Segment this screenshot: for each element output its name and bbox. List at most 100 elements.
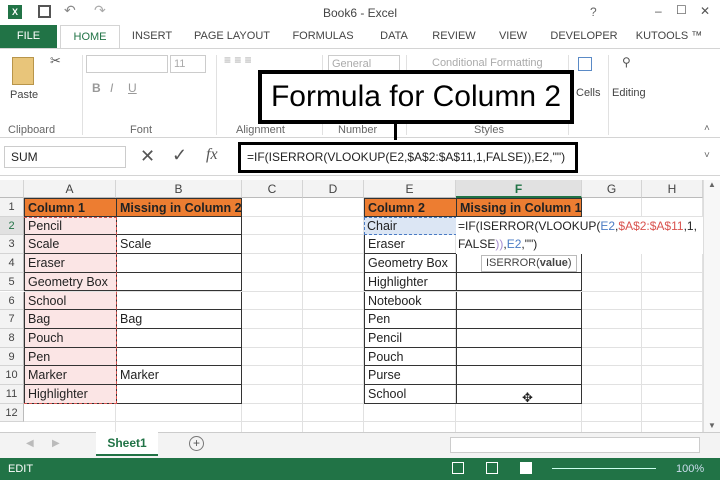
column-header-H[interactable]: H	[642, 180, 703, 198]
scroll-up-icon[interactable]: ▲	[704, 180, 720, 189]
zoom-slider[interactable]	[552, 468, 656, 469]
table2-col1-cell[interactable]: School	[364, 385, 457, 404]
table2-col2-cell[interactable]	[456, 366, 582, 385]
tab-formulas[interactable]: FORMULAS	[288, 25, 358, 48]
help-button[interactable]: ?	[590, 5, 597, 19]
column-header-C[interactable]: C	[242, 180, 303, 198]
close-button[interactable]: ✕	[700, 4, 710, 18]
worksheet-grid[interactable]: A B C D E F G H 1 2 3 4 5 6 7 8 9 10 11 12 Column 1 Missing i…	[0, 180, 703, 432]
conditional-formatting-button[interactable]: Conditional Formatting	[432, 57, 543, 69]
column-header-E[interactable]: E	[364, 180, 456, 198]
table2-col1-cell[interactable]: Pouch	[364, 347, 457, 367]
sheet-tab-sheet1[interactable]: Sheet1	[96, 432, 158, 456]
table2-col2-cell[interactable]	[456, 347, 582, 367]
underline-icon[interactable]: U	[128, 81, 137, 95]
maximize-button[interactable]: ☐	[676, 3, 687, 17]
table2-col1-cell[interactable]: Geometry Box	[364, 254, 457, 273]
table2-header-2: Missing in Column 1	[456, 198, 582, 217]
tab-page-layout[interactable]: PAGE LAYOUT	[190, 25, 274, 48]
table2-col1-cell[interactable]: Notebook	[364, 291, 457, 311]
formula-bar: SUM ✕ ✓ fx =IF(ISERROR(VLOOKUP(E2,$A$2:$…	[0, 140, 720, 176]
align-icon[interactable]: ≡ ≡ ≡	[224, 53, 252, 67]
column-header-F[interactable]: F	[456, 180, 582, 198]
scroll-down-icon[interactable]: ▼	[704, 421, 720, 430]
vertical-scrollbar[interactable]: ▲ ▼	[703, 180, 720, 432]
row-header-5[interactable]: 5	[0, 272, 24, 292]
page-break-view-icon[interactable]	[520, 462, 532, 474]
font-name-box[interactable]	[86, 55, 168, 73]
table2-col2-cell[interactable]	[456, 385, 582, 404]
tab-home[interactable]: HOME	[60, 25, 120, 49]
prev-sheet-icon[interactable]: ◀	[26, 438, 34, 449]
bold-icon[interactable]: B	[92, 81, 101, 95]
table2-col1-cell[interactable]: Highlighter	[364, 272, 457, 292]
table2-col2-cell[interactable]	[456, 291, 582, 311]
table1-col2-cell[interactable]	[116, 216, 242, 236]
collapse-ribbon-icon[interactable]: ˄	[704, 123, 710, 134]
tab-kutools[interactable]: KUTOOLS ™	[634, 25, 704, 48]
find-icon[interactable]: ⚲	[622, 55, 631, 69]
cell-e2[interactable]: Chair	[364, 217, 397, 235]
table2-col2-cell[interactable]	[456, 272, 582, 292]
horizontal-scrollbar[interactable]	[450, 437, 700, 453]
row-header-11[interactable]: 11	[0, 385, 24, 404]
table2-col2-cell[interactable]	[456, 328, 582, 348]
paste-icon[interactable]	[12, 57, 34, 85]
name-box[interactable]: SUM	[4, 146, 126, 168]
tab-file[interactable]: FILE	[0, 25, 57, 48]
minimize-button[interactable]: –	[655, 4, 662, 18]
cells-icon[interactable]	[578, 57, 592, 71]
page-layout-view-icon[interactable]	[486, 462, 498, 474]
zoom-level[interactable]: 100%	[676, 463, 704, 475]
tab-insert[interactable]: INSERT	[126, 25, 178, 48]
cut-icon[interactable]: ✂	[50, 53, 61, 69]
formula-input[interactable]: =IF(ISERROR(VLOOKUP(E2,$A$2:$A$11,1,FALS…	[238, 142, 578, 173]
row-header-9[interactable]: 9	[0, 347, 24, 367]
next-sheet-icon[interactable]: ▶	[52, 438, 60, 449]
tab-data[interactable]: DATA	[374, 25, 414, 48]
column-header-D[interactable]: D	[303, 180, 364, 198]
cell-f2-editor[interactable]: =IF(ISERROR(VLOOKUP(E2,$A$2:$A$11,1, FALS…	[456, 216, 703, 255]
font-size-box[interactable]: 11	[170, 55, 206, 73]
editing-button[interactable]: Editing	[612, 87, 646, 99]
table2-col1-cell[interactable]: Purse	[364, 366, 457, 385]
table1-col2-cell[interactable]: Marker	[116, 366, 242, 385]
table1-col2-cell[interactable]	[116, 291, 242, 311]
row-header-2[interactable]: 2	[0, 216, 24, 236]
cancel-icon[interactable]: ✕	[140, 146, 155, 167]
table2-col1-cell[interactable]: Eraser	[364, 235, 457, 255]
add-sheet-icon[interactable]: +	[189, 436, 204, 451]
table1-col2-cell[interactable]	[116, 272, 242, 292]
cells-button[interactable]: Cells	[576, 87, 600, 99]
tab-review[interactable]: REVIEW	[428, 25, 480, 48]
column-header-G[interactable]: G	[582, 180, 642, 198]
tab-view[interactable]: VIEW	[494, 25, 532, 48]
row-header-10[interactable]: 10	[0, 366, 24, 385]
row-header-3[interactable]: 3	[0, 235, 24, 255]
column-header-A[interactable]: A	[24, 180, 116, 198]
table2-col1-cell[interactable]: Pencil	[364, 328, 457, 348]
row-header-4[interactable]: 4	[0, 254, 24, 273]
paste-button[interactable]: Paste	[10, 89, 38, 101]
row-header-7[interactable]: 7	[0, 310, 24, 329]
select-all-corner[interactable]	[0, 180, 24, 198]
table1-col2-cell[interactable]	[116, 328, 242, 348]
column-header-B[interactable]: B	[116, 180, 242, 198]
expand-formula-bar-icon[interactable]: ˅	[704, 150, 710, 161]
row-header-8[interactable]: 8	[0, 328, 24, 348]
table1-col2-cell[interactable]	[116, 254, 242, 273]
tab-developer[interactable]: DEVELOPER	[546, 25, 622, 48]
italic-icon[interactable]: I	[110, 81, 113, 95]
table2-col2-cell[interactable]	[456, 310, 582, 329]
table1-col2-cell[interactable]: Bag	[116, 310, 242, 329]
enter-icon[interactable]: ✓	[172, 145, 187, 166]
normal-view-icon[interactable]	[452, 462, 464, 474]
row-header-1[interactable]: 1	[0, 198, 24, 217]
table1-col2-cell[interactable]: Scale	[116, 235, 242, 255]
row-header-6[interactable]: 6	[0, 291, 24, 311]
table1-col2-cell[interactable]	[116, 385, 242, 404]
row-header-12[interactable]: 12	[0, 403, 24, 423]
table1-col2-cell[interactable]	[116, 347, 242, 367]
table2-col1-cell[interactable]: Pen	[364, 310, 457, 329]
insert-function-icon[interactable]: fx	[206, 146, 218, 164]
